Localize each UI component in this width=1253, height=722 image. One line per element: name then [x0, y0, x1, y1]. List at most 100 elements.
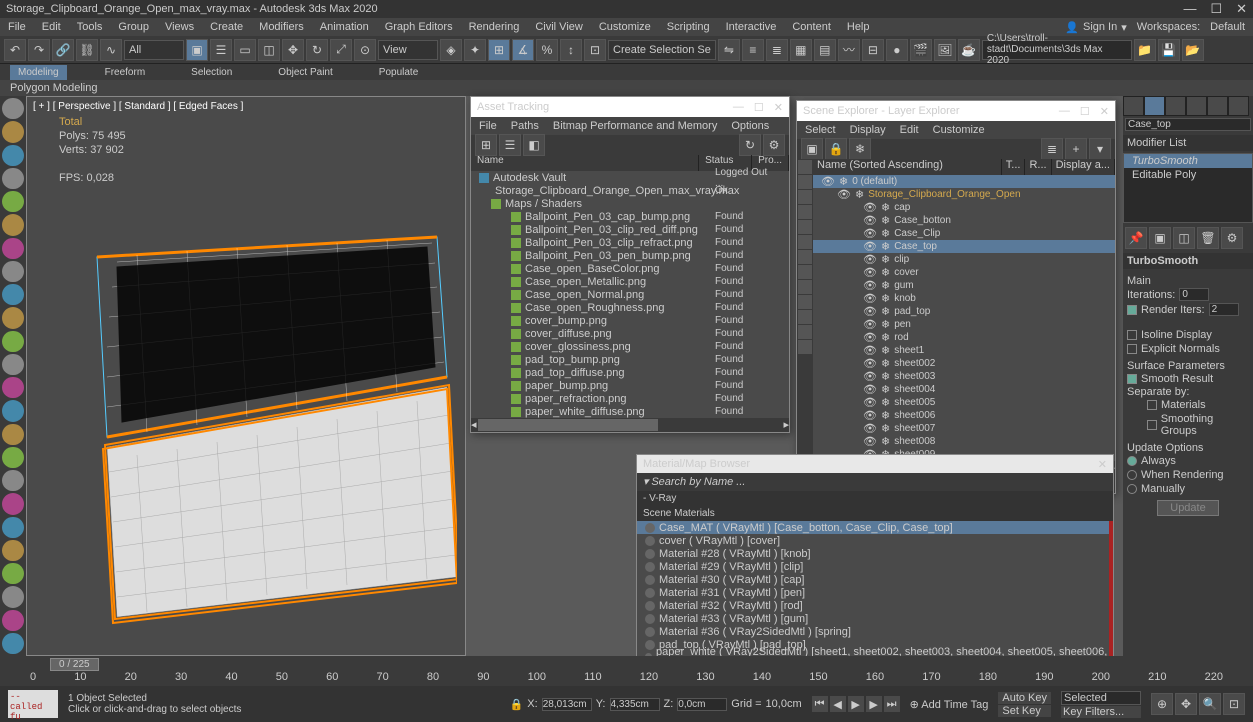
material-editor-icon[interactable]: ● [886, 39, 908, 61]
mod-editablepoly[interactable]: Editable Poly [1124, 168, 1252, 182]
material-row[interactable]: Material #36 ( VRay2SidedMtl ) [spring] [637, 625, 1113, 638]
select-rotate-icon[interactable]: ↻ [306, 39, 328, 61]
asset-row[interactable]: paper_bump.pngFound [471, 379, 789, 392]
filter-xref-icon[interactable] [798, 295, 812, 309]
asset-tracking-window[interactable]: Asset Tracking —☐✕ File Paths Bitmap Per… [470, 96, 790, 433]
material-browser-window[interactable]: Material/Map Browser ✕ ▾ Search by Name … [636, 454, 1114, 665]
open-icon[interactable]: 📁 [1134, 39, 1156, 61]
lock-icon[interactable]: 🔒 [510, 698, 524, 711]
layer-row[interactable]: 👁❄cap [813, 201, 1115, 214]
tab-modify-icon[interactable] [1144, 96, 1165, 116]
asset-row[interactable]: Case_open_BaseColor.pngFound [471, 262, 789, 275]
menu-group[interactable]: Group [118, 21, 149, 33]
layer-row[interactable]: 👁❄0 (default) [813, 175, 1115, 188]
asset-row[interactable]: Ballpoint_Pen_03_clip_refract.pngFound [471, 236, 789, 249]
asset-row[interactable]: Case_open_Roughness.pngFound [471, 301, 789, 314]
asset-row[interactable]: Autodesk VaultLogged Out ... [471, 171, 789, 184]
ref-coord-system[interactable]: View [378, 40, 438, 60]
modifier-list-label[interactable]: Modifier List [1123, 135, 1253, 151]
tab-selection[interactable]: Selection [183, 65, 240, 80]
goto-end-icon[interactable]: ⏭ [884, 696, 900, 712]
layer-row[interactable]: 👁❄gum [813, 279, 1115, 292]
smoothing-groups-check[interactable] [1147, 420, 1157, 430]
asset-row[interactable]: paper_refraction.pngFound [471, 392, 789, 405]
turbosmooth-rollout[interactable]: TurboSmooth [1123, 253, 1253, 269]
layer-row[interactable]: 👁❄sheet007 [813, 422, 1115, 435]
layer-row[interactable]: 👁❄Case_botton [813, 214, 1115, 227]
workspace-value[interactable]: Default [1210, 21, 1245, 33]
tool-icon[interactable] [2, 517, 24, 538]
asset-row[interactable]: Storage_Clipboard_Orange_Open_max_vray.m… [471, 184, 789, 197]
asset-gear-icon[interactable]: ⚙ [763, 134, 785, 156]
menu-file[interactable]: File [8, 21, 26, 33]
render-frame-icon[interactable]: 🖼 [934, 39, 956, 61]
material-row[interactable]: Material #28 ( VRayMtl ) [knob] [637, 547, 1113, 560]
vray-icon[interactable] [2, 261, 24, 282]
object-name-input[interactable] [1125, 118, 1251, 131]
viewport-perspective[interactable]: [ + ] [ Perspective ] [ Standard ] [ Edg… [26, 96, 466, 656]
curve-editor-icon[interactable]: 〰 [838, 39, 860, 61]
key-mode-dropdown[interactable]: Selected [1061, 691, 1141, 705]
menu-help[interactable]: Help [847, 21, 870, 33]
layer-row[interactable]: 👁❄rod [813, 331, 1115, 344]
filter-hidden-icon[interactable] [798, 325, 812, 339]
pivot-icon[interactable]: ◈ [440, 39, 462, 61]
setkey-button[interactable]: Set Key [998, 705, 1051, 717]
mirror-icon[interactable]: ⇋ [718, 39, 740, 61]
scene-menu-edit[interactable]: Edit [900, 124, 919, 136]
autokey-button[interactable]: Auto Key [998, 692, 1051, 704]
render-setup-icon[interactable]: 🎬 [910, 39, 932, 61]
camera-icon[interactable] [2, 168, 24, 189]
scene-collapse-icon[interactable]: ▾ [1089, 138, 1111, 160]
shape-icon[interactable] [2, 121, 24, 142]
spacewarp-icon[interactable] [2, 214, 24, 235]
snap-toggle-icon[interactable]: ⊞ [488, 39, 510, 61]
save-icon[interactable]: 💾 [1158, 39, 1180, 61]
asset-menu-file[interactable]: File [479, 120, 497, 132]
asset-max-icon[interactable]: ☐ [754, 101, 764, 114]
angle-snap-icon[interactable]: ∡ [512, 39, 534, 61]
filter-cam-icon[interactable] [798, 220, 812, 234]
remove-mod-icon[interactable]: 🗑 [1197, 227, 1219, 249]
align-icon[interactable]: ≡ [742, 39, 764, 61]
scene-add-icon[interactable]: + [1065, 138, 1087, 160]
asset-min-icon[interactable]: — [733, 101, 744, 114]
asset-row[interactable]: paper_white_diffuse.pngFound [471, 405, 789, 418]
render-iters-check[interactable] [1127, 305, 1137, 315]
menu-animation[interactable]: Animation [320, 21, 369, 33]
pin-stack-icon[interactable]: 📌 [1125, 227, 1147, 249]
manipulate-icon[interactable]: ✦ [464, 39, 486, 61]
layer-row[interactable]: 👁❄sheet008 [813, 435, 1115, 448]
select-name-icon[interactable]: ☰ [210, 39, 232, 61]
tab-utilities-icon[interactable] [1228, 96, 1249, 116]
scene-menu-select[interactable]: Select [805, 124, 836, 136]
iterations-input[interactable] [1179, 288, 1209, 301]
tube-icon[interactable] [2, 424, 24, 445]
when-rendering-radio[interactable] [1127, 470, 1137, 480]
tool5-icon[interactable] [2, 610, 24, 631]
menu-rendering[interactable]: Rendering [469, 21, 520, 33]
tool2-icon[interactable] [2, 540, 24, 561]
scene-freeze-icon[interactable]: ❄ [849, 138, 871, 160]
asset-row[interactable]: pad_top_bump.pngFound [471, 353, 789, 366]
unlink-icon[interactable]: ⛓ [76, 39, 98, 61]
update-button[interactable]: Update [1157, 500, 1218, 516]
viewport-label[interactable]: [ + ] [ Perspective ] [ Standard ] [ Edg… [33, 101, 243, 112]
always-radio[interactable] [1127, 456, 1137, 466]
tab-populate[interactable]: Populate [371, 65, 426, 80]
filter-bone-icon[interactable] [798, 265, 812, 279]
scene-filter-icon[interactable]: ▣ [801, 138, 823, 160]
col-name[interactable]: Name [471, 155, 699, 171]
cone-icon[interactable] [2, 400, 24, 421]
asset-refresh-icon[interactable]: ↻ [739, 134, 761, 156]
asset-row[interactable]: Ballpoint_Pen_03_clip_red_diff.pngFound [471, 223, 789, 236]
asset-header[interactable]: Asset Tracking —☐✕ [471, 97, 789, 117]
layer-row[interactable]: 👁❄sheet003 [813, 370, 1115, 383]
modifier-stack[interactable]: TurboSmooth Editable Poly [1123, 153, 1253, 223]
next-frame-icon[interactable]: ▶ [866, 696, 882, 712]
tool4-icon[interactable] [2, 586, 24, 607]
percent-snap-icon[interactable]: % [536, 39, 558, 61]
scene-max-icon[interactable]: ☐ [1080, 105, 1090, 118]
minimize-icon[interactable]: — [1183, 1, 1196, 17]
asset-row[interactable]: Case_open_Normal.pngFound [471, 288, 789, 301]
